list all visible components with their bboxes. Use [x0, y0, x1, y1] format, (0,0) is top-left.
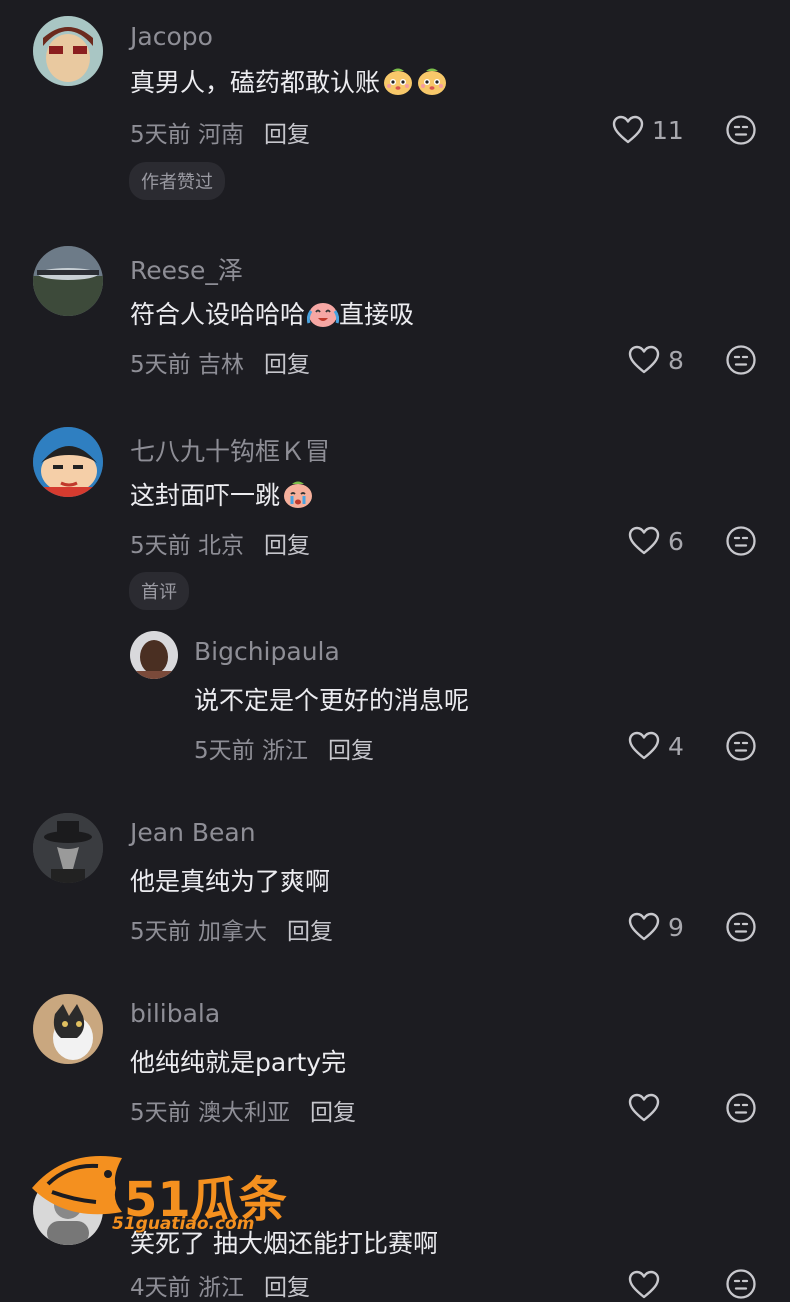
username[interactable]: Bigchipaula: [194, 637, 340, 666]
comment-text: 真男人，磕药都敢认账: [130, 63, 448, 99]
laugh-cry-emoji-icon: [307, 297, 339, 329]
reply-button[interactable]: 回复: [310, 1100, 356, 1126]
cute-emoji-icon: [382, 65, 414, 97]
username[interactable]: Jean Bean: [130, 818, 256, 847]
neutral-face-icon[interactable]: [725, 730, 757, 762]
neutral-face-icon[interactable]: [725, 525, 757, 557]
avatar[interactable]: [33, 246, 103, 316]
username[interactable]: bilibala: [130, 999, 220, 1028]
reply-button[interactable]: 回复: [264, 122, 310, 148]
like-button[interactable]: 8: [628, 343, 684, 377]
reply-button[interactable]: 回复: [264, 533, 310, 559]
username[interactable]: Jacopo: [130, 22, 213, 51]
location: 加拿大: [197, 919, 267, 945]
location: 浙江: [261, 738, 308, 764]
time: 5天前: [130, 1100, 191, 1126]
like-button[interactable]: 6: [628, 524, 684, 558]
comment-text: 符合人设哈哈哈 直接吸: [130, 295, 414, 331]
like-button[interactable]: 11: [612, 113, 684, 147]
like-button[interactable]: [628, 1091, 668, 1125]
comment-meta: 5天前 吉林 回复: [130, 345, 310, 379]
username[interactable]: 七八九十钩框Ｋ冒: [130, 432, 330, 468]
avatar[interactable]: [33, 994, 103, 1064]
comment-meta: 4天前 浙江 回复: [130, 1268, 310, 1302]
like-count: 11: [652, 115, 684, 145]
watermark-url: 51guatiao.com: [112, 1214, 255, 1234]
like-count: 8: [668, 345, 684, 375]
avatar[interactable]: [130, 631, 178, 679]
avatar[interactable]: [33, 813, 103, 883]
like-button[interactable]: 4: [628, 729, 684, 763]
username[interactable]: Reese_泽: [130, 251, 243, 287]
heart-outline-icon: [628, 526, 660, 556]
time: 5天前: [130, 122, 191, 148]
avatar[interactable]: [33, 427, 103, 497]
first-comment-tag: 首评: [129, 572, 189, 610]
comment-meta: 5天前 加拿大 回复: [130, 912, 333, 946]
neutral-face-icon[interactable]: [725, 1268, 757, 1300]
comment-meta: 5天前 浙江 回复: [194, 731, 374, 765]
like-count: 4: [668, 731, 684, 761]
time: 4天前: [130, 1275, 191, 1301]
cute-emoji-icon: [416, 65, 448, 97]
location: 吉林: [197, 352, 244, 378]
like-button[interactable]: 9: [628, 910, 684, 944]
reply-button[interactable]: 回复: [264, 1275, 310, 1301]
heart-outline-icon: [628, 1270, 660, 1300]
neutral-face-icon[interactable]: [725, 114, 757, 146]
neutral-face-icon[interactable]: [725, 344, 757, 376]
neutral-face-icon[interactable]: [725, 1092, 757, 1124]
time: 5天前: [194, 738, 255, 764]
avatar[interactable]: [33, 16, 103, 86]
location: 河南: [197, 122, 244, 148]
reply-button[interactable]: 回复: [328, 738, 374, 764]
heart-outline-icon: [628, 731, 660, 761]
comment-text: 他是真纯为了爽啊: [130, 867, 331, 896]
heart-outline-icon: [612, 115, 644, 145]
neutral-face-icon[interactable]: [725, 911, 757, 943]
location: 澳大利亚: [197, 1100, 290, 1126]
comment-meta: 5天前 河南 回复: [130, 115, 310, 149]
location: 浙江: [197, 1275, 244, 1301]
like-count: 9: [668, 912, 684, 942]
comment-text: 说不定是个更好的消息呢: [194, 686, 470, 715]
comment-meta: 5天前 北京 回复: [130, 526, 310, 560]
comment-meta: 5天前 澳大利亚 回复: [130, 1093, 356, 1127]
heart-outline-icon: [628, 1093, 660, 1123]
like-button[interactable]: [628, 1268, 660, 1302]
location: 北京: [197, 533, 244, 559]
watermark-logo: 51 51瓜条 51guatiao.com: [28, 1152, 318, 1238]
crying-emoji-icon: [282, 478, 314, 510]
comment-text: 他纯纯就是party完: [130, 1048, 347, 1077]
like-count: 6: [668, 526, 684, 556]
heart-outline-icon: [628, 912, 660, 942]
time: 5天前: [130, 919, 191, 945]
time: 5天前: [130, 533, 191, 559]
time: 5天前: [130, 352, 191, 378]
reply-button[interactable]: 回复: [287, 919, 333, 945]
fish-logo-icon: [32, 1156, 122, 1215]
heart-outline-icon: [628, 345, 660, 375]
reply-button[interactable]: 回复: [264, 352, 310, 378]
author-liked-tag: 作者赞过: [129, 162, 225, 200]
comment-text: 这封面吓一跳: [130, 476, 314, 512]
